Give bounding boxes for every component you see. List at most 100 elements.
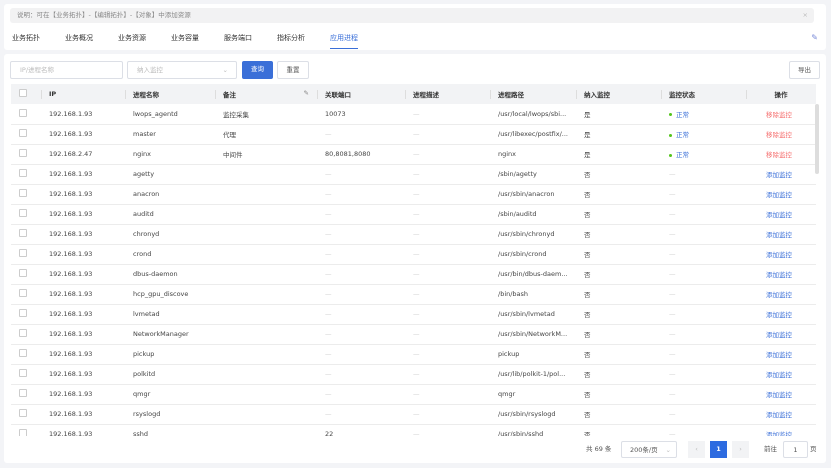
column-header: 备注 ✎	[215, 84, 317, 104]
action-link[interactable]: 添加监控	[746, 244, 816, 265]
table-cell: sshd	[125, 424, 215, 436]
action-link[interactable]: 添加监控	[746, 324, 816, 345]
cell-text: 添加监控	[766, 371, 792, 379]
cell-text: 192.168.2.47	[49, 150, 93, 158]
action-link[interactable]: 移除监控	[746, 144, 816, 165]
table-row: 192.168.1.93 rsyslogd — — /usr/sbin/rsyslogd…	[11, 404, 816, 425]
page-size-select[interactable]: 200条/页 ⌄	[621, 441, 677, 458]
table-cell: 否	[576, 184, 661, 205]
column-header-label: 监控状态	[669, 91, 695, 99]
row-checkbox[interactable]	[19, 409, 27, 417]
table-cell	[215, 424, 317, 436]
table-cell: —	[661, 204, 746, 225]
table-cell: 192.168.1.93	[41, 364, 125, 385]
next-page-button[interactable]: ›	[732, 441, 749, 458]
select-all-checkbox[interactable]	[19, 89, 27, 97]
row-checkbox[interactable]	[19, 329, 27, 337]
tab-3[interactable]: 业务容量	[171, 32, 199, 49]
action-link[interactable]: 添加监控	[746, 344, 816, 365]
row-checkbox[interactable]	[19, 429, 27, 436]
table-row: 192.168.1.93 lvmetad — — /usr/sbin/lvmetad 否 —…	[11, 304, 816, 325]
action-link[interactable]: 移除监控	[746, 124, 816, 145]
cell-text: 192.168.1.93	[49, 109, 93, 118]
row-checkbox[interactable]	[19, 149, 27, 157]
row-checkbox[interactable]	[19, 169, 27, 177]
row-checkbox[interactable]	[19, 369, 27, 377]
table-cell	[215, 324, 317, 345]
chevron-down-icon: ⌄	[665, 446, 671, 454]
row-checkbox[interactable]	[19, 209, 27, 217]
process-table: IP 进程名称 备注 ✎ 关联端口 进程描述 进程路径 纳入监控 监控状态 操作 192.168.…	[11, 84, 816, 436]
action-link[interactable]: 添加监控	[746, 184, 816, 205]
action-link[interactable]: 添加监控	[746, 264, 816, 285]
cell-text: —	[413, 250, 420, 258]
row-checkbox[interactable]	[19, 309, 27, 317]
goto-page-input[interactable]: 1	[783, 441, 808, 458]
tab-2[interactable]: 业务资源	[118, 32, 146, 49]
table-row: 192.168.1.93 NetworkManager — — /usr/sbin/Ne…	[11, 324, 816, 345]
tab-1[interactable]: 业务概况	[65, 32, 93, 49]
cell-text: 192.168.1.93	[49, 210, 93, 218]
cell-text: —	[669, 290, 676, 298]
action-link[interactable]: 添加监控	[746, 204, 816, 225]
table-cell: 代理	[215, 124, 317, 145]
tab-5[interactable]: 指标分析	[277, 32, 305, 49]
row-checkbox[interactable]	[19, 108, 27, 117]
row-checkbox[interactable]	[19, 129, 27, 137]
row-select	[11, 284, 41, 305]
edit-icon[interactable]: ✎	[811, 33, 818, 42]
row-checkbox[interactable]	[19, 229, 27, 237]
table-cell: 否	[576, 324, 661, 345]
action-link[interactable]: 添加监控	[746, 404, 816, 425]
cell-text: —	[669, 370, 676, 378]
cell-text: /usr/sbin/NetworkM...	[498, 330, 568, 338]
action-link[interactable]: 添加监控	[746, 284, 816, 305]
table-cell: —	[661, 244, 746, 265]
action-link[interactable]: 添加监控	[746, 364, 816, 385]
cell-text: —	[413, 390, 420, 398]
cell-text: /usr/sbin/chronyd	[498, 230, 555, 238]
cell-text: 正常	[676, 131, 689, 139]
table-row: 192.168.1.93 sshd 22 — /usr/sbin/sshd 否 — 添加监控	[11, 424, 816, 436]
table-cell: 否	[576, 164, 661, 185]
row-checkbox[interactable]	[19, 269, 27, 277]
edit-icon[interactable]: ✎	[304, 89, 309, 97]
tab-4[interactable]: 服务端口	[224, 32, 252, 49]
action-link[interactable]: 添加监控	[746, 224, 816, 245]
tab-0[interactable]: 业务拓扑	[12, 32, 40, 49]
table-cell: —	[661, 164, 746, 185]
close-icon[interactable]: ×	[803, 8, 808, 23]
row-checkbox[interactable]	[19, 349, 27, 357]
action-link[interactable]: 添加监控	[746, 304, 816, 325]
table-cell: lwops_agentd	[125, 104, 215, 125]
row-checkbox[interactable]	[19, 289, 27, 297]
cell-text: 192.168.1.93	[49, 170, 93, 178]
cell-text: —	[325, 310, 332, 318]
table-cell: —	[405, 304, 490, 325]
row-checkbox[interactable]	[19, 249, 27, 257]
cell-text: —	[669, 190, 676, 198]
page-1-button[interactable]: 1	[710, 441, 727, 458]
action-link[interactable]: 添加监控	[746, 164, 816, 185]
table-cell	[215, 244, 317, 265]
table-cell: chronyd	[125, 224, 215, 245]
table-cell: 是	[576, 124, 661, 145]
row-checkbox[interactable]	[19, 189, 27, 197]
scrollbar[interactable]	[815, 104, 819, 174]
column-header-label: 进程路径	[498, 91, 524, 99]
table-cell: /usr/local/lwops/sbi...	[490, 104, 576, 125]
row-checkbox[interactable]	[19, 389, 27, 397]
action-link[interactable]: 移除监控	[746, 104, 816, 125]
row-select	[11, 364, 41, 385]
prev-page-button[interactable]: ‹	[688, 441, 705, 458]
cell-text: 192.168.1.93	[49, 430, 93, 436]
row-select	[11, 204, 41, 225]
action-link[interactable]: 添加监控	[746, 384, 816, 405]
table-cell	[215, 264, 317, 285]
tab-6[interactable]: 应用进程	[330, 32, 358, 49]
cell-text: 192.168.1.93	[49, 310, 93, 318]
action-link[interactable]: 添加监控	[746, 424, 816, 436]
cell-text: 添加监控	[766, 431, 792, 436]
table-cell: 192.168.1.93	[41, 304, 125, 325]
cell-text: 添加监控	[766, 211, 792, 219]
